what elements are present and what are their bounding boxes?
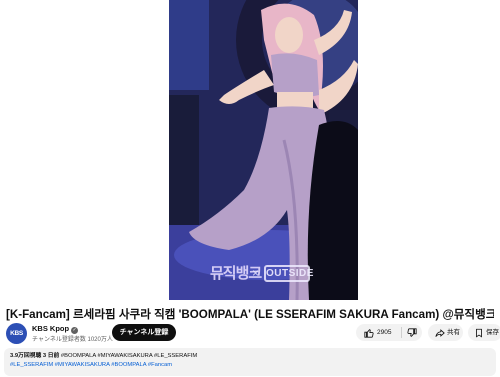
description-box[interactable]: 3.9万回視聴 3 日前 #BOOMPALA #MIYAWAKISAKURA #… (4, 348, 496, 376)
bookmark-icon (476, 328, 482, 338)
description-hashtags: #BOOMPALA #MIYAWAKISAKURA #LE_SSERAFIM (60, 353, 198, 359)
share-label: 共有 (447, 329, 460, 336)
thumbs-down-icon (407, 328, 417, 337)
watermark-logo: OUTSIDE (264, 265, 313, 282)
like-button[interactable]: 2905 (356, 324, 401, 341)
channel-name-wrap[interactable]: KBS Kpop ✓ (32, 324, 79, 334)
subscriber-count: チャンネル登録者数 1020万人 (32, 337, 113, 343)
like-dislike-group: 2905 (356, 324, 422, 341)
video-title: [K-Fancam] 르세라핌 사쿠라 직캠 'BOOMPALA' (LE SS… (6, 308, 494, 321)
share-button[interactable]: 共有 (428, 324, 463, 341)
view-count-date: 3.9万回視聴 3 日前 (10, 353, 60, 359)
video-player[interactable]: 뮤직뱅크 × OUTSIDE (0, 0, 500, 300)
share-arrow-icon (435, 329, 445, 337)
thumbs-up-icon (364, 329, 374, 338)
description-line1: 3.9万回視聴 3 日前 #BOOMPALA #MIYAWAKISAKURA #… (10, 352, 490, 361)
subscribe-button[interactable]: チャンネル登録 (112, 324, 176, 341)
fancam-video-image (169, 0, 358, 300)
hashtag-links[interactable]: #LE_SSERAFIM #MIYAWAKISAKURA #BOOMPALA #… (10, 361, 490, 370)
video-frame[interactable] (169, 0, 358, 300)
watermark-x: × (252, 266, 260, 280)
channel-name[interactable]: KBS Kpop (32, 324, 69, 333)
channel-avatar[interactable]: KBS Kpop (6, 323, 27, 358)
music-bank-watermark: 뮤직뱅크 × OUTSIDE (210, 262, 320, 288)
save-label: 保存 (486, 329, 499, 336)
verified-badge-icon: ✓ (71, 327, 79, 334)
dislike-button[interactable] (402, 324, 422, 341)
save-button[interactable]: 保存 (468, 324, 500, 341)
channel-row: KBS Kpop KBS Kpop✓ チャンネル登録者数 1020万人 チャンネ… (6, 322, 500, 358)
like-count: 2905 (377, 329, 392, 336)
